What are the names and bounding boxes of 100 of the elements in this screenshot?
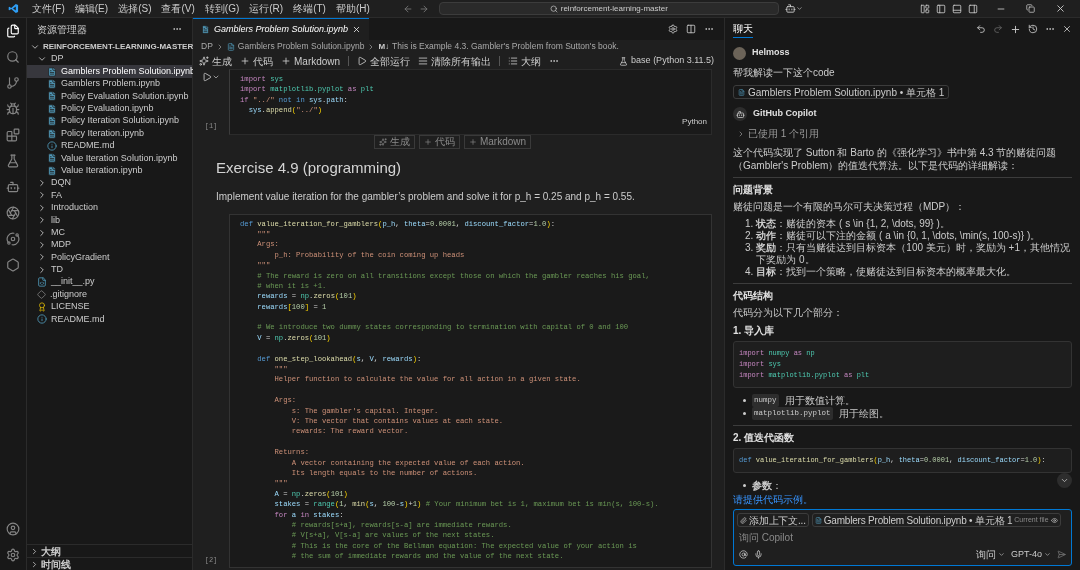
menu-item[interactable]: 转到(G) [199, 1, 245, 16]
menu-item[interactable]: 编辑(E) [69, 1, 114, 16]
settings-icon[interactable] [6, 548, 20, 562]
sparkles-icon [378, 137, 387, 146]
project-root-item[interactable]: REINFORCEMENT-LEARNING-MASTER [27, 40, 192, 53]
mode-dropdown[interactable]: 询问 [976, 547, 1005, 562]
file-item[interactable]: Policy Iteration.ipynb [27, 127, 192, 140]
notebook-toolbar-button[interactable]: 生成 [199, 53, 232, 69]
search-icon[interactable] [6, 50, 20, 64]
code-cell[interactable] [229, 213, 712, 569]
scroll-down-button[interactable] [1057, 473, 1072, 488]
extensions-icon[interactable] [6, 128, 20, 142]
mention-icon[interactable] [739, 550, 748, 559]
command-search-field[interactable]: reinforcement-learning-master [438, 2, 779, 15]
history-icon[interactable] [1028, 24, 1038, 34]
menu-item[interactable]: 文件(F) [27, 1, 70, 16]
panel-left-icon[interactable] [936, 3, 946, 14]
markdown-heading: Exercise 4.9 (programming) [216, 158, 403, 177]
folder-item[interactable]: DP [27, 53, 192, 66]
menu-item[interactable]: 查看(V) [156, 1, 200, 16]
copilot-icon[interactable] [784, 3, 796, 14]
kernel-picker[interactable]: base (Python 3.11.5) [619, 54, 718, 68]
run-debug-icon[interactable] [6, 102, 20, 116]
close-icon[interactable] [352, 25, 362, 34]
menu-item[interactable]: 运行(R) [244, 1, 289, 16]
file-item[interactable]: README.md [27, 313, 192, 326]
play-icon [357, 56, 368, 66]
file-item[interactable]: Value Iteration Solution.ipynb [27, 152, 192, 165]
menu-item[interactable]: 终端(T) [288, 1, 331, 16]
file-item[interactable]: Value Iteration.ipynb [27, 164, 192, 177]
notebook-toolbar-button[interactable]: Markdown [281, 53, 341, 69]
sidebar-section-header[interactable]: 大纲 [27, 544, 192, 557]
robot-icon[interactable] [6, 180, 20, 194]
microphone-icon[interactable] [754, 550, 763, 559]
layout-icon[interactable] [920, 3, 930, 14]
references-toggle[interactable]: 已使用 1 个引用 [737, 126, 820, 141]
context-chip[interactable]: 添加上下文... [737, 513, 809, 527]
undo-icon[interactable] [976, 24, 986, 34]
file-item[interactable]: Policy Evaluation.ipynb [27, 102, 192, 115]
file-item[interactable]: Policy Iteration Solution.ipynb [27, 114, 192, 128]
file-item[interactable]: README.md [27, 139, 192, 153]
restore-icon[interactable] [1026, 4, 1035, 13]
account-icon[interactable] [6, 522, 20, 536]
file-item[interactable]: LICENSE [27, 300, 192, 314]
breadcrumb-item[interactable]: Gamblers Problem Solution.ipynb [237, 40, 365, 53]
panel-bottom-icon[interactable] [952, 3, 962, 14]
sidebar-section-header[interactable]: 时间线 [27, 557, 192, 570]
aperture-icon[interactable] [6, 206, 20, 220]
diamond-icon [37, 290, 46, 300]
copilot-avatar-icon [733, 107, 747, 121]
folder-item[interactable]: MDP [27, 238, 192, 252]
info-icon [47, 140, 57, 151]
hexagon-icon[interactable] [6, 258, 20, 272]
language-label[interactable]: Python [682, 115, 711, 128]
run-cell-icon[interactable] [202, 72, 212, 82]
menu-item[interactable]: 帮助(H) [330, 1, 375, 16]
attachment-chip[interactable]: Gamblers Problem Solution.ipynb • 单元格 1 [733, 85, 950, 99]
explorer-icon[interactable] [6, 24, 20, 38]
source-control-icon[interactable] [6, 76, 20, 90]
breadcrumb-item[interactable]: This is Example 4.3. Gambler's Problem from Sutton's book. [392, 40, 619, 53]
folder-item[interactable]: PolicyGradient [27, 251, 192, 264]
insert-cell-button[interactable]: 生成 [373, 134, 415, 149]
folder-item[interactable]: Introduction [27, 201, 192, 215]
chevron-down-icon [1044, 551, 1051, 558]
folder-item[interactable]: lib [27, 214, 192, 227]
forward-arrow-icon[interactable] [418, 3, 429, 14]
breadcrumb-item[interactable]: DP [201, 40, 213, 53]
notebook-toolbar-button[interactable]: 清除所有输出 [418, 53, 492, 69]
chat-input-field[interactable]: 询问 Copilot [737, 530, 1068, 544]
folder-item[interactable]: FA [27, 189, 192, 202]
menu-item[interactable]: 选择(S) [113, 1, 157, 16]
send-icon[interactable] [1057, 550, 1066, 559]
panel-tab[interactable]: 聊天 [733, 20, 753, 38]
plus-icon[interactable] [1010, 23, 1021, 35]
suggestion-link[interactable]: 请提供代码示例。 [733, 492, 1072, 507]
insert-cell-button[interactable]: 代码 [418, 134, 460, 149]
flask-icon[interactable] [6, 154, 20, 168]
close-icon[interactable] [1055, 3, 1066, 14]
notebook-toolbar-button[interactable]: 全部运行 [357, 53, 411, 69]
folder-item[interactable]: DQN [27, 176, 192, 190]
close-icon[interactable] [1062, 24, 1072, 34]
file-item[interactable]: Gamblers Problem Solution.ipynb [27, 65, 192, 78]
file-item[interactable]: .gitignore [27, 288, 192, 301]
insert-cell-button[interactable]: Markdown [463, 134, 532, 149]
panel-right-icon[interactable] [968, 3, 978, 14]
bullet-icon [743, 399, 746, 402]
file-item[interactable]: __init__.py [27, 276, 192, 289]
notebook-toolbar-button[interactable]: 大纲 [508, 53, 542, 69]
notebook-toolbar-button[interactable]: 代码 [240, 53, 273, 69]
orbit-icon[interactable] [6, 232, 20, 246]
folder-item[interactable]: MC [27, 226, 192, 239]
folder-item[interactable]: TD [27, 263, 192, 277]
list-number: 3. [745, 242, 754, 255]
split-editor-icon[interactable] [686, 24, 696, 34]
editor-tab[interactable]: Gamblers Problem Solution.ipynb [193, 18, 370, 40]
settings-icon[interactable] [668, 24, 678, 34]
file-item[interactable]: Gamblers Problem.ipynb [27, 77, 192, 91]
back-arrow-icon[interactable] [402, 3, 413, 14]
file-item[interactable]: Policy Evaluation Solution.ipynb [27, 90, 192, 103]
model-dropdown[interactable]: GPT-4o [1011, 547, 1051, 562]
